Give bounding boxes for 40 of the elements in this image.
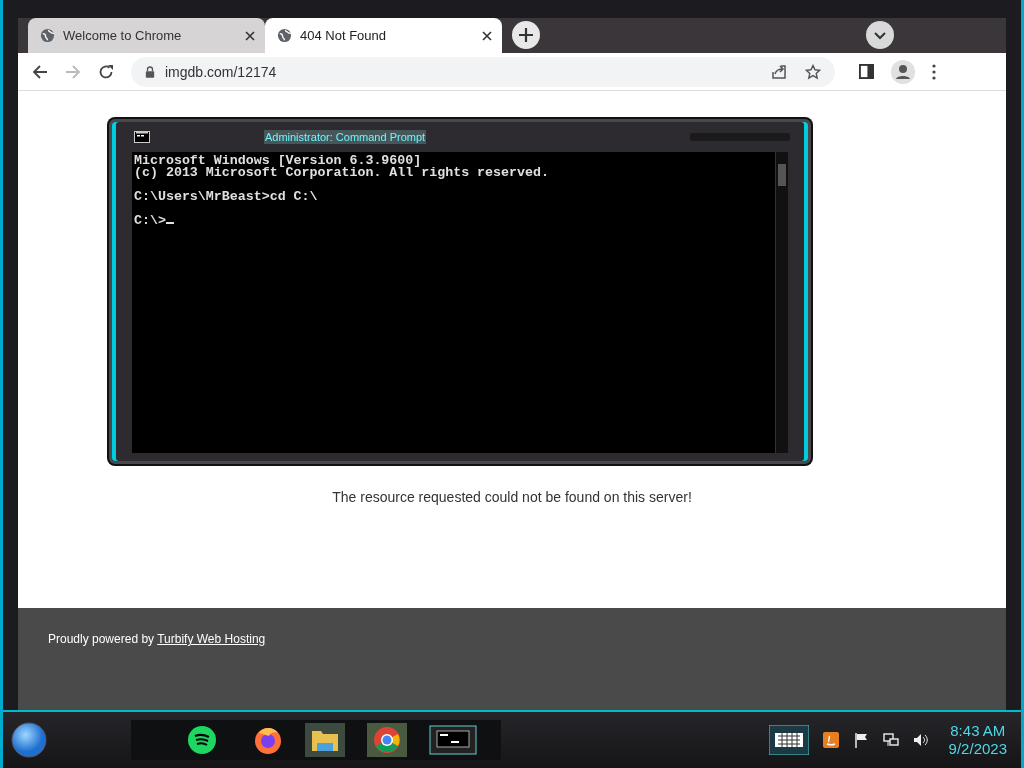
new-tab-icon[interactable] bbox=[512, 21, 540, 49]
start-button[interactable] bbox=[11, 722, 47, 759]
music-app-icon[interactable] bbox=[187, 725, 217, 756]
folder-icon[interactable] bbox=[305, 723, 345, 758]
clock-time: 8:43 AM bbox=[950, 722, 1006, 741]
close-icon[interactable] bbox=[245, 30, 255, 41]
console-app-icon[interactable] bbox=[429, 725, 477, 756]
globe-icon bbox=[277, 28, 292, 43]
browser-tab[interactable]: 404 Not Found bbox=[265, 18, 502, 53]
keyboard-icon[interactable] bbox=[768, 725, 809, 756]
console-line: Microsoft Windows [Version 6.3.9600] bbox=[134, 155, 422, 167]
firefox-icon[interactable] bbox=[253, 725, 283, 756]
reload-icon[interactable] bbox=[98, 63, 114, 80]
chevron-down-icon[interactable] bbox=[866, 21, 894, 49]
close-icon[interactable] bbox=[482, 30, 492, 41]
menu-icon[interactable] bbox=[932, 63, 936, 80]
chrome-icon[interactable] bbox=[367, 723, 407, 758]
java-icon[interactable] bbox=[822, 732, 839, 749]
address-bar[interactable]: imgdb.com/12174 bbox=[131, 56, 835, 87]
footer-text: Proudly powered by Turbify Web Hosting bbox=[48, 632, 267, 647]
error-message: The resource requested could not be found on this server! bbox=[332, 489, 692, 505]
star-icon[interactable] bbox=[805, 63, 821, 80]
clock-date: 9/2/2023 bbox=[948, 740, 1007, 759]
flag-icon[interactable] bbox=[852, 732, 869, 749]
clock[interactable]: 8:43 AM 9/2/2023 bbox=[942, 722, 1013, 759]
browser-tab[interactable]: Welcome to Chrome bbox=[28, 18, 265, 53]
network-icon[interactable] bbox=[882, 732, 899, 749]
side-panel-icon[interactable] bbox=[859, 64, 874, 79]
lock-icon bbox=[145, 65, 155, 78]
globe-icon bbox=[40, 28, 55, 43]
back-icon[interactable] bbox=[32, 63, 48, 80]
share-icon[interactable] bbox=[771, 63, 787, 80]
console-icon bbox=[134, 131, 150, 143]
console-line: C:\Users\MrBeast>cd C:\ bbox=[134, 191, 319, 203]
hosting-link[interactable]: Turbify Web Hosting bbox=[157, 632, 266, 647]
console-line: C:\> bbox=[134, 215, 773, 227]
scrollbar[interactable] bbox=[775, 152, 788, 453]
console-line: (c) 2013 Microsoft Corporation. All rights reserved. bbox=[134, 167, 550, 179]
window-title: Administrator: Command Prompt bbox=[263, 130, 427, 144]
profile-icon[interactable] bbox=[891, 59, 915, 84]
